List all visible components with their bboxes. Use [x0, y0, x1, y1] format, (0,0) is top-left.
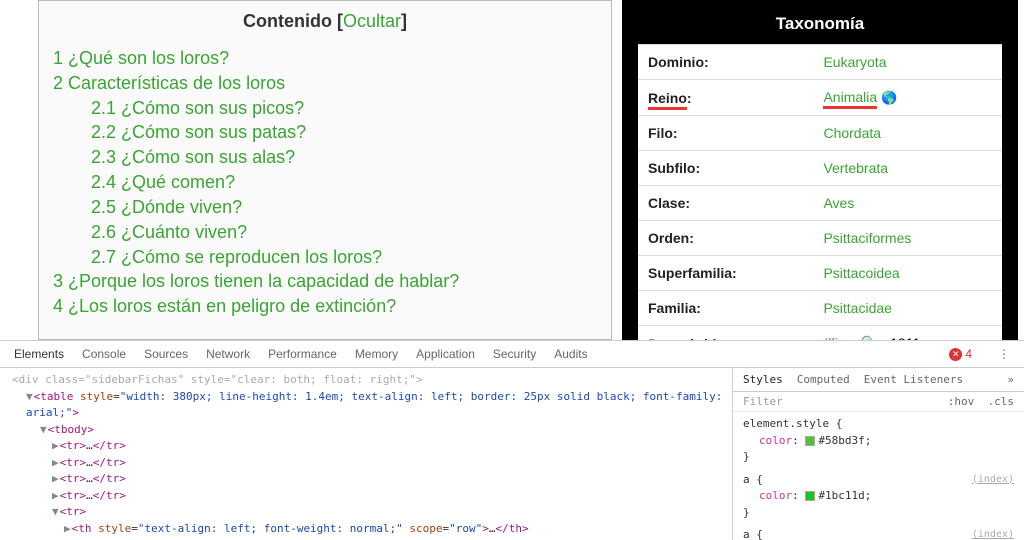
devtools: Elements Console Sources Network Performance… [0, 340, 1024, 540]
devtools-tabs: Elements Console Sources Network Performance… [0, 341, 1024, 368]
more-icon[interactable]: ⋮ [998, 347, 1010, 361]
devtools-tab[interactable]: Application [416, 347, 475, 361]
devtools-tab[interactable]: Sources [144, 347, 188, 361]
toc-link[interactable]: 2.1 ¿Cómo son sus picos? [91, 98, 304, 118]
taxo-link[interactable]: Psittacoidea [823, 265, 899, 281]
magnifier-icon: 🔍 [861, 335, 878, 340]
toc-link[interactable]: 1 ¿Qué son los loros? [53, 48, 229, 68]
dom-tree[interactable]: <div class="sidebarFichas" style="clear:… [0, 368, 732, 540]
toc-link[interactable]: 4 ¿Los loros están en peligro de extinci… [53, 296, 396, 316]
devtools-tab[interactable]: Memory [355, 347, 398, 361]
cls-toggle[interactable]: .cls [988, 395, 1015, 408]
taxo-row: Descubridor:Illiger🔍, 1811 [638, 326, 1002, 341]
toc-link[interactable]: 2.3 ¿Cómo son sus alas? [91, 147, 295, 167]
styles-tab[interactable]: Styles [743, 373, 783, 386]
hov-toggle[interactable]: :hov [948, 395, 975, 408]
taxo-link[interactable]: Psittacidae [823, 300, 891, 316]
toc-link[interactable]: 2.7 ¿Cómo se reproducen los loros? [91, 247, 382, 267]
taxo-row: Reino:Animalia 🌎 [638, 80, 1002, 116]
devtools-tab[interactable]: Elements [14, 347, 64, 361]
globe-icon: 🌎 [881, 90, 897, 105]
devtools-tab[interactable]: Audits [554, 347, 587, 361]
toc-link[interactable]: 2.2 ¿Cómo son sus patas? [91, 122, 306, 142]
toc-link[interactable]: 2.5 ¿Dónde viven? [91, 197, 242, 217]
taxo-link[interactable]: Eukaryota [823, 54, 886, 70]
styles-tab[interactable]: Computed [797, 373, 850, 386]
styles-panel: Styles Computed Event Listeners » Filter :h… [732, 368, 1024, 540]
taxo-link[interactable]: Chordata [823, 125, 881, 141]
styles-tab[interactable]: Event Listeners [864, 373, 963, 386]
taxo-row: Dominio:Eukaryota [638, 45, 1002, 80]
styles-filter[interactable]: Filter [743, 395, 783, 408]
devtools-tab[interactable]: Security [493, 347, 536, 361]
taxo-row: Filo:Chordata [638, 116, 1002, 151]
more-icon[interactable]: » [1007, 373, 1014, 386]
taxo-row: Clase:Aves [638, 186, 1002, 221]
taxo-link[interactable]: Illiger [823, 335, 856, 340]
taxo-link[interactable]: Psittaciformes [823, 230, 911, 246]
taxo-row: Subfilo:Vertebrata [638, 151, 1002, 186]
toc-link[interactable]: 3 ¿Porque los loros tienen la capacidad … [53, 271, 459, 291]
taxo-row: Orden:Psittaciformes [638, 221, 1002, 256]
taxo-row: Familia:Psittacidae [638, 291, 1002, 326]
toc-link[interactable]: 2.6 ¿Cuánto viven? [91, 222, 247, 242]
toc-toggle[interactable]: Ocultar [343, 11, 401, 31]
taxonomy-panel: Taxonomía Dominio:EukaryotaReino:Animali… [622, 0, 1018, 340]
taxonomy-title: Taxonomía [638, 10, 1002, 44]
devtools-tab[interactable]: Network [206, 347, 250, 361]
error-badge[interactable]: ✕ [949, 348, 962, 361]
toc-title: Contenido [Ocultar] [53, 11, 597, 32]
devtools-tab[interactable]: Console [82, 347, 126, 361]
taxo-link[interactable]: Aves [823, 195, 854, 211]
taxo-link[interactable]: Vertebrata [823, 160, 888, 176]
devtools-tab[interactable]: Performance [268, 347, 337, 361]
toc-link[interactable]: 2.4 ¿Qué comen? [91, 172, 235, 192]
taxo-row: Superfamilia:Psittacoidea [638, 256, 1002, 291]
toc-link[interactable]: 2 Características de los loros [53, 73, 285, 93]
taxo-link[interactable]: Animalia [823, 89, 877, 109]
toc-box: Contenido [Ocultar] 1 ¿Qué son los loros… [38, 0, 612, 340]
